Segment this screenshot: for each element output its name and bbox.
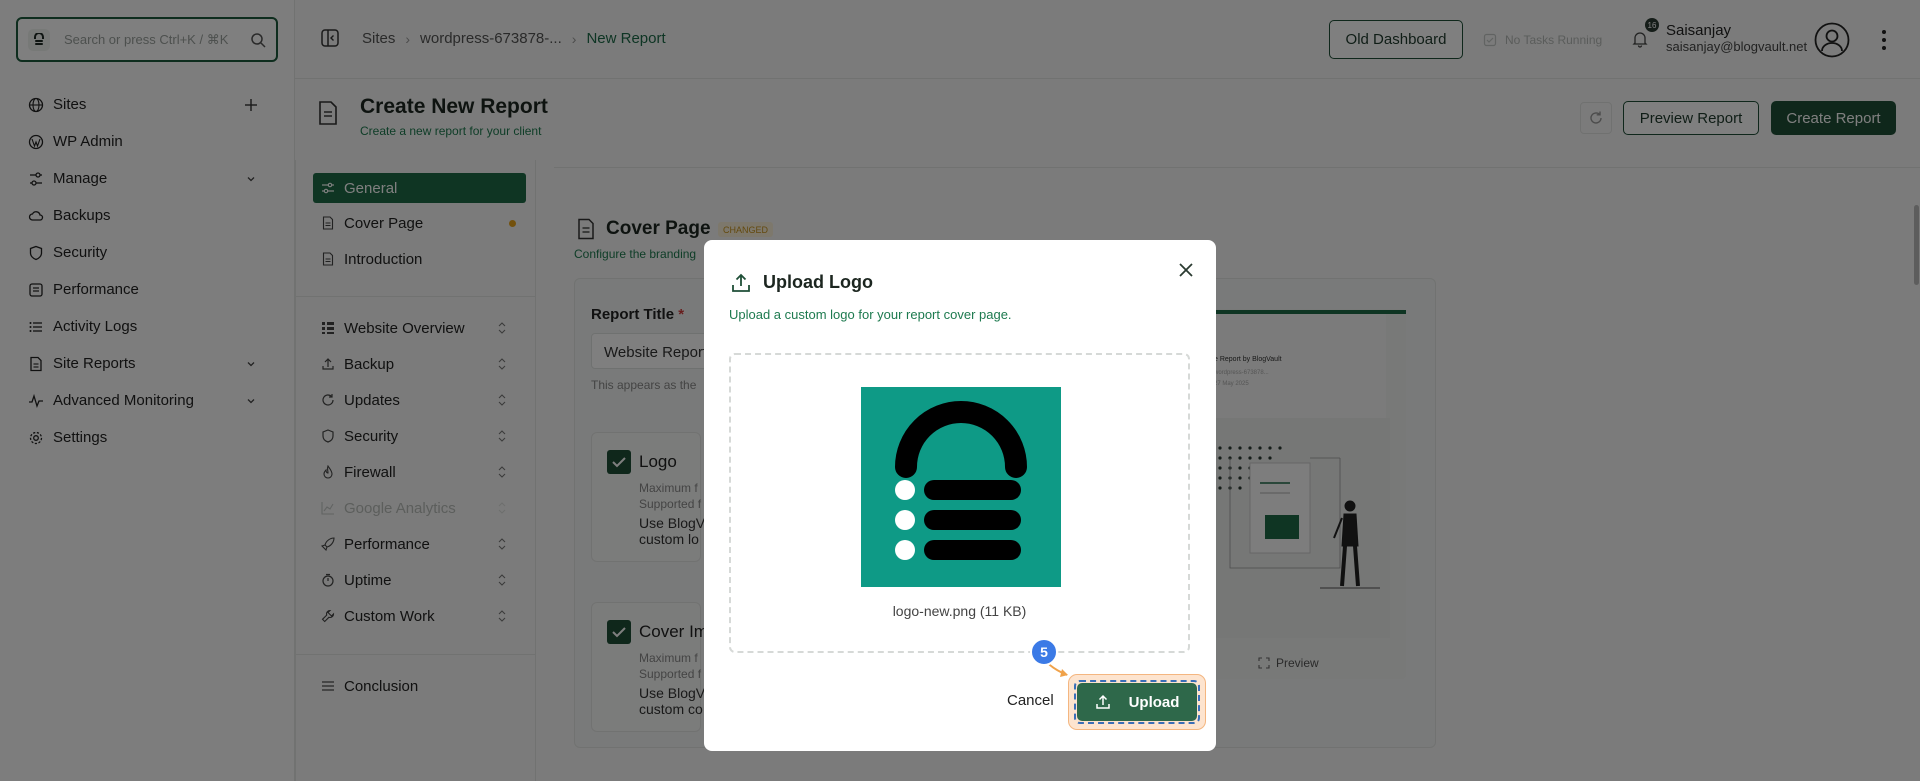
file-dropzone[interactable]: logo-new.png (11 KB) xyxy=(729,353,1190,653)
close-icon[interactable] xyxy=(1176,260,1196,280)
logo-preview-image xyxy=(861,387,1061,587)
dialog-subtitle: Upload a custom logo for your report cov… xyxy=(729,307,1012,322)
upload-logo-dialog: Upload Logo Upload a custom logo for you… xyxy=(704,240,1216,751)
upload-icon xyxy=(732,273,750,292)
dialog-title: Upload Logo xyxy=(763,272,873,292)
step-marker: 5 xyxy=(1030,638,1058,666)
upload-focus-outline xyxy=(1074,680,1200,724)
cancel-button[interactable]: Cancel xyxy=(1007,692,1054,709)
uploaded-file-name: logo-new.png (11 KB) xyxy=(892,603,1027,619)
